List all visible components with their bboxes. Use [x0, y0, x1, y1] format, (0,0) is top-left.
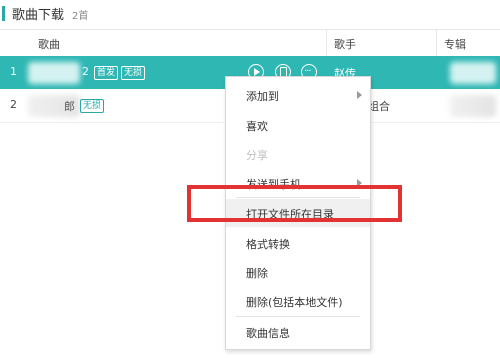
menu-item-label: 分享 — [246, 149, 268, 162]
menu-item-add-to[interactable]: 添加到 — [226, 81, 370, 109]
row-number: 2 — [10, 98, 17, 111]
row-number: 1 — [10, 65, 17, 78]
menu-item-delete-local[interactable]: 删除(包括本地文件) — [226, 287, 370, 315]
song-count: 2首 — [72, 11, 89, 22]
tag-badge: 首发 — [94, 66, 119, 80]
menu-item-label: 删除 — [246, 267, 268, 280]
song-title: 郎 — [64, 100, 75, 113]
menu-item-format-convert[interactable]: 格式转换 — [226, 229, 370, 257]
menu-item-label: 格式转换 — [246, 238, 290, 251]
menu-item-label: 删除(包括本地文件) — [246, 296, 343, 309]
column-album[interactable]: 专辑 — [444, 36, 466, 52]
download-header: 歌曲下载 2首 — [0, 0, 500, 28]
menu-item-like[interactable]: 喜欢 — [226, 111, 370, 139]
submenu-arrow-icon — [357, 91, 362, 99]
header-accent-bar — [2, 6, 5, 21]
table-header: 歌曲 歌手 专辑 — [0, 29, 500, 57]
menu-item-song-info[interactable]: 歌曲信息 — [226, 318, 370, 346]
menu-divider — [236, 316, 360, 317]
artist-name[interactable]: 组合 — [368, 98, 390, 114]
highlight-annotation — [187, 185, 402, 222]
column-divider — [436, 30, 437, 56]
menu-item-label: 歌曲信息 — [246, 327, 290, 340]
blurred-album — [450, 95, 496, 117]
column-song[interactable]: 歌曲 — [38, 36, 60, 52]
song-title: 2 — [82, 65, 89, 78]
blurred-album — [450, 62, 496, 84]
menu-item-delete[interactable]: 删除 — [226, 258, 370, 286]
tag-badge: 无损 — [121, 66, 146, 80]
column-divider — [326, 30, 327, 56]
page-title: 歌曲下载 — [12, 8, 65, 23]
blurred-song-name — [28, 62, 80, 84]
menu-item-label: 添加到 — [246, 90, 279, 103]
menu-item-label: 喜欢 — [246, 120, 268, 133]
column-artist[interactable]: 歌手 — [334, 36, 356, 52]
tag-badge: 无损 — [80, 99, 105, 113]
menu-item-share: 分享 — [226, 140, 370, 168]
